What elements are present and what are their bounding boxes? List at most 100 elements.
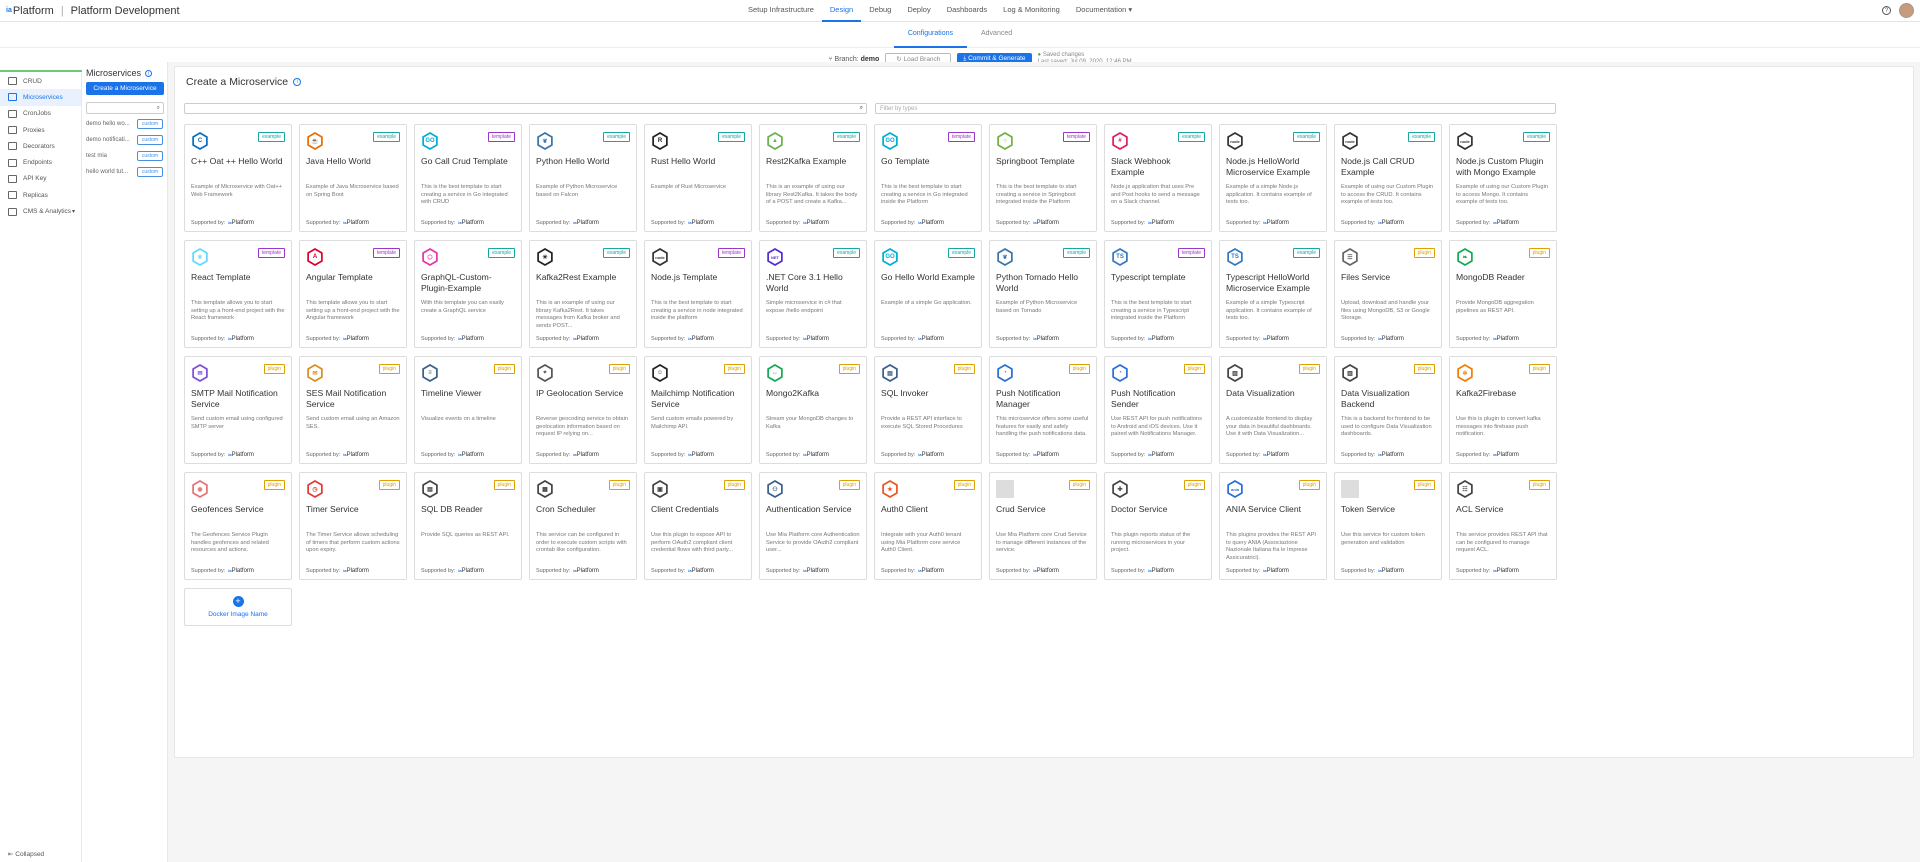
template-card[interactable]: ◉ plugin Geofences Service The Geofences Se… bbox=[184, 472, 292, 580]
template-card[interactable]: ▥ plugin Data Visualization A customizable … bbox=[1219, 356, 1327, 464]
template-card[interactable]: ▤ plugin SQL DB Reader Provide SQL queries … bbox=[414, 472, 522, 580]
template-card[interactable]: ⬡ example GraphQL-Custom-Plugin-Example Wit… bbox=[414, 240, 522, 348]
graphql-icon: ⬡ bbox=[421, 248, 439, 266]
tab-documentation[interactable]: Documentation ▾ bbox=[1068, 0, 1140, 22]
template-card[interactable]: node example Node.js HelloWorld Microservi… bbox=[1219, 124, 1327, 232]
rust-icon: R bbox=[651, 132, 669, 150]
template-card[interactable]: TS example Typescript HelloWorld Microserv… bbox=[1219, 240, 1327, 348]
info-icon[interactable]: i bbox=[293, 78, 302, 86]
template-card[interactable]: plugin Token Service Use this service for … bbox=[1334, 472, 1442, 580]
microservice-list-item[interactable]: hello world tut... custom bbox=[86, 166, 163, 178]
sidebar-item-api-key[interactable]: API Key bbox=[0, 171, 81, 187]
template-card[interactable]: ☰ plugin Files Service Upload, download and… bbox=[1334, 240, 1442, 348]
tab-debug[interactable]: Debug bbox=[861, 0, 899, 22]
supported-by-label: Supported by: bbox=[881, 568, 916, 574]
template-card[interactable]: # example Slack Webhook Example Node.js app… bbox=[1104, 124, 1212, 232]
template-card[interactable]: GO example Go Hello World Example Example o… bbox=[874, 240, 982, 348]
tab-log-monitoring[interactable]: Log & Monitoring bbox=[995, 0, 1068, 22]
template-card[interactable]: GO template Go Call Crud Template This is t… bbox=[414, 124, 522, 232]
microservice-list-item[interactable]: demo notificati... custom bbox=[86, 134, 163, 146]
platform-logo: iaPlatform bbox=[573, 452, 599, 458]
template-card[interactable]: ✉ plugin SES Mail Notification Service Send… bbox=[299, 356, 407, 464]
docker-image-card[interactable]: + Docker Image Name bbox=[184, 588, 292, 626]
sidebar-item-decorators[interactable]: Decorators bbox=[0, 138, 81, 154]
template-card[interactable]: ○ template Springboot Template This is the … bbox=[989, 124, 1097, 232]
card-title: Geofences Service bbox=[191, 504, 264, 514]
tab-dashboards[interactable]: Dashboards bbox=[939, 0, 995, 22]
create-microservice-button[interactable]: Create a Microservice bbox=[86, 82, 164, 95]
template-card[interactable]: ▥ plugin Data Visualization Backend This is… bbox=[1334, 356, 1442, 464]
template-card[interactable]: ⌖ plugin IP Geolocation Service Reverse geo… bbox=[529, 356, 637, 464]
template-card[interactable]: ▲ example Rest2Kafka Example This is an exa… bbox=[759, 124, 867, 232]
template-card[interactable]: ☺ plugin Mailchimp Notification Service Sen… bbox=[644, 356, 752, 464]
template-card[interactable]: ✲ plugin Kafka2Firebase Use this is plugin … bbox=[1449, 356, 1557, 464]
card-description: Example of a simple Node.js application.… bbox=[1226, 184, 1312, 206]
sidebar-item-proxies[interactable]: Proxies bbox=[0, 122, 81, 138]
logo[interactable]: ia Platform | Platform Development bbox=[0, 5, 180, 17]
tab-configurations[interactable]: Configurations bbox=[893, 21, 967, 48]
plugin-tag: plugin bbox=[493, 364, 515, 374]
tab-setup-infrastructure[interactable]: Setup Infrastructure bbox=[740, 0, 822, 22]
sidebar-item-crud[interactable]: CRUD bbox=[0, 73, 81, 89]
sidebar-item-replicas[interactable]: Replicas bbox=[0, 187, 81, 203]
template-card[interactable]: NET example .NET Core 3.1 Hello World Simpl… bbox=[759, 240, 867, 348]
template-card[interactable]: ☷ plugin ACL Service This service provides … bbox=[1449, 472, 1557, 580]
sidebar-item-cronjobs[interactable]: CronJobs bbox=[0, 106, 81, 122]
template-card[interactable]: GO template Go Template This is the best te… bbox=[874, 124, 982, 232]
template-card[interactable]: ania plugin ANIA Service Client This plugin… bbox=[1219, 472, 1327, 580]
template-card[interactable]: ★ plugin Auth0 Client Integrate with your A… bbox=[874, 472, 982, 580]
filter-by-types-select[interactable]: Filter by types bbox=[875, 103, 1556, 114]
sidebar-item-label: API Key bbox=[23, 175, 47, 183]
help-icon[interactable]: ? bbox=[1882, 6, 1891, 15]
card-title: Kafka2Rest Example bbox=[536, 272, 617, 282]
template-card[interactable]: node example Node.js Call CRUD Example Exam… bbox=[1334, 124, 1442, 232]
template-card[interactable]: node example Node.js Custom Plugin with Mo… bbox=[1449, 124, 1557, 232]
platform-logo: iaPlatform bbox=[1148, 452, 1174, 458]
template-card[interactable]: ❦ example Python Tornado Hello World Exampl… bbox=[989, 240, 1097, 348]
template-card[interactable]: ⚇ plugin Authentication Service Use Mia Pla… bbox=[759, 472, 867, 580]
template-card[interactable]: ☕ example Java Hello World Example of Java … bbox=[299, 124, 407, 232]
platform-logo: iaPlatform bbox=[1493, 336, 1519, 342]
template-card[interactable]: plugin Crud Service Use Mia Platform core … bbox=[989, 472, 1097, 580]
template-card[interactable]: ❧ plugin MongoDB Reader Provide MongoDB agg… bbox=[1449, 240, 1557, 348]
card-description: This is the best template to start creat… bbox=[881, 184, 968, 206]
example-tag: example bbox=[488, 248, 515, 258]
template-card[interactable]: Atemplate Angular Template This template a… bbox=[299, 240, 407, 348]
sidebar-item-cms-analytics[interactable]: CMS & Analytics ▾ bbox=[0, 203, 81, 219]
template-card[interactable]: ▤ plugin SQL Invoker Provide a REST API int… bbox=[874, 356, 982, 464]
collapse-button[interactable]: ⇤ Collapsed bbox=[8, 850, 44, 858]
template-card[interactable]: node template Node.js Template This is the … bbox=[644, 240, 752, 348]
avatar[interactable] bbox=[1899, 3, 1914, 18]
template-card[interactable]: ▣ plugin Client Credentials Use this plugin… bbox=[644, 472, 752, 580]
template-card[interactable]: ◔ plugin Push Notification Manager This mic… bbox=[989, 356, 1097, 464]
template-card[interactable]: ❦ example Python Hello World Example of Pyt… bbox=[529, 124, 637, 232]
template-card[interactable]: ▦ plugin Cron Scheduler This service can be… bbox=[529, 472, 637, 580]
supported-by-label: Supported by: bbox=[996, 568, 1031, 574]
tab-design[interactable]: Design bbox=[821, 0, 862, 22]
template-card[interactable]: ◷ plugin Timer Service The Timer Service al… bbox=[299, 472, 407, 580]
microservices-panel-title: Microservices bbox=[86, 68, 142, 78]
template-card[interactable]: ⚛ template React Template This template all… bbox=[184, 240, 292, 348]
microservice-search-input[interactable]: ⌕ bbox=[86, 102, 164, 114]
template-card[interactable]: ✉ plugin SMTP Mail Notification Service Sen… bbox=[184, 356, 292, 464]
card-title: Java Hello World bbox=[306, 156, 371, 166]
template-card[interactable]: ✚ plugin Doctor Service This plugin reports… bbox=[1104, 472, 1212, 580]
sidebar-item-microservices[interactable]: Microservices bbox=[0, 89, 81, 106]
template-card[interactable]: Cexample C++ Oat ++ Hello World Example of… bbox=[184, 124, 292, 232]
info-icon[interactable]: i bbox=[145, 69, 153, 77]
tab-deploy[interactable]: Deploy bbox=[899, 0, 938, 22]
platform-logo: iaPlatform bbox=[1033, 336, 1059, 342]
microservice-list-item[interactable]: test mia custom bbox=[86, 150, 163, 162]
template-card[interactable]: ✳ example Kafka2Rest Example This is an exa… bbox=[529, 240, 637, 348]
microservice-list-item[interactable]: demo hello wo... custom bbox=[86, 118, 163, 130]
template-card[interactable]: ↔ plugin Mongo2Kafka Stream your MongoDB ch… bbox=[759, 356, 867, 464]
sidebar-item-endpoints[interactable]: Endpoints bbox=[0, 154, 81, 170]
template-card[interactable]: Rexample Rust Hello World Example of Rust … bbox=[644, 124, 752, 232]
template-card[interactable]: ≡ plugin Timeline Viewer Visualize events o… bbox=[414, 356, 522, 464]
plugin-tag: plugin bbox=[723, 364, 745, 374]
tab-advanced[interactable]: Advanced bbox=[967, 21, 1026, 48]
template-card[interactable]: ◔ plugin Push Notification Sender Use REST … bbox=[1104, 356, 1212, 464]
template-card[interactable]: TS template Typescript template This is the… bbox=[1104, 240, 1212, 348]
template-search-input[interactable]: ⌕ bbox=[184, 103, 867, 114]
card-description: Example of Python Microservice based on … bbox=[536, 184, 618, 198]
